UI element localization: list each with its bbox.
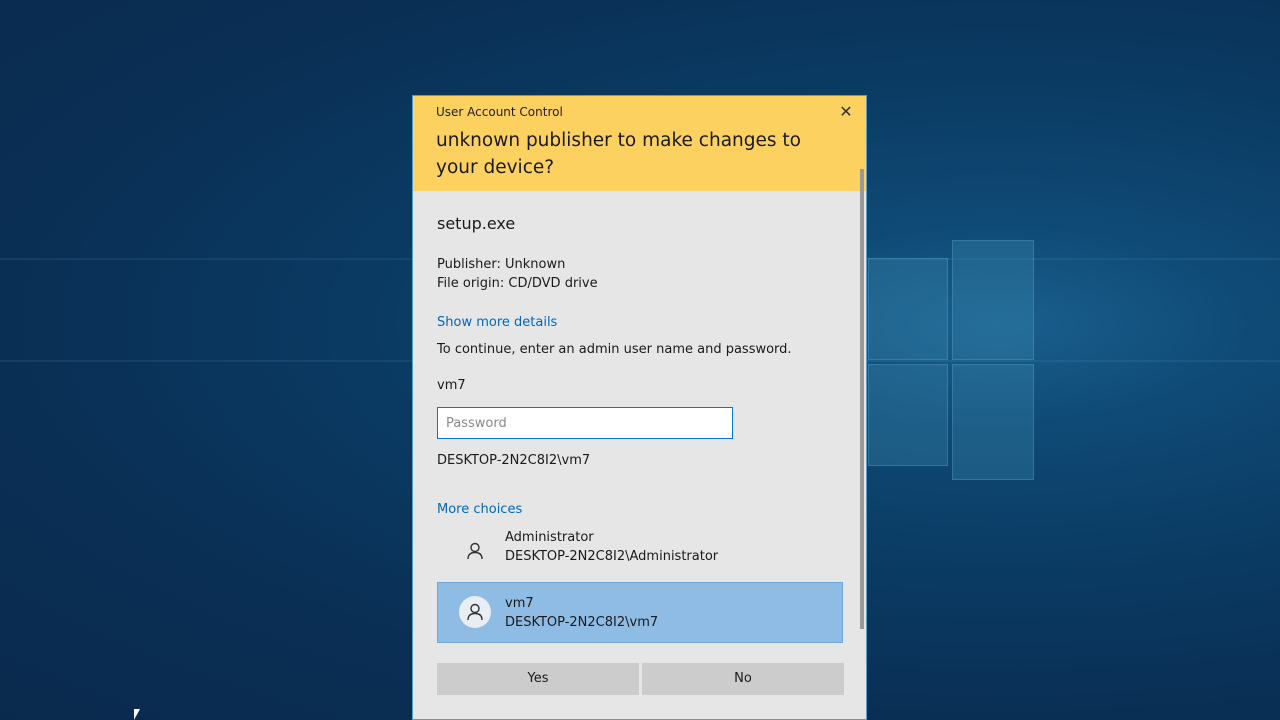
close-icon: ✕ bbox=[839, 102, 853, 121]
dialog-title: User Account Control bbox=[436, 105, 563, 119]
username-label: vm7 bbox=[437, 378, 466, 393]
password-input[interactable] bbox=[437, 407, 733, 439]
no-button[interactable]: No bbox=[642, 663, 844, 695]
program-name: setup.exe bbox=[437, 214, 516, 233]
scrollbar[interactable] bbox=[860, 169, 864, 629]
yes-button[interactable]: Yes bbox=[437, 663, 639, 695]
logo-pane bbox=[952, 240, 1034, 360]
instructions-text: To continue, enter an admin user name an… bbox=[437, 342, 792, 357]
domain-user-label: DESKTOP-2N2C8I2\vm7 bbox=[437, 453, 591, 468]
user-icon bbox=[459, 535, 491, 567]
logo-pane bbox=[868, 258, 948, 360]
account-option-administrator[interactable]: Administrator DESKTOP-2N2C8I2\Administra… bbox=[437, 521, 843, 582]
show-more-details-link[interactable]: Show more details bbox=[437, 315, 557, 330]
publisher-info: Publisher: Unknown bbox=[437, 257, 566, 272]
user-icon bbox=[459, 596, 491, 628]
logo-pane bbox=[952, 364, 1034, 480]
uac-dialog: User Account Control ✕ unknown publisher… bbox=[412, 95, 867, 720]
mouse-cursor bbox=[134, 709, 140, 720]
dialog-header: User Account Control ✕ unknown publisher… bbox=[413, 96, 866, 191]
account-option-vm7[interactable]: vm7 DESKTOP-2N2C8I2\vm7 bbox=[437, 582, 843, 643]
account-name: vm7 bbox=[505, 596, 534, 611]
logo-pane bbox=[868, 364, 948, 466]
account-name: Administrator bbox=[505, 530, 594, 545]
more-choices-link[interactable]: More choices bbox=[437, 502, 522, 517]
file-origin-info: File origin: CD/DVD drive bbox=[437, 276, 598, 291]
account-domain: DESKTOP-2N2C8I2\vm7 bbox=[505, 615, 659, 630]
windows-logo bbox=[868, 240, 1034, 485]
dialog-question: unknown publisher to make changes to you… bbox=[436, 130, 801, 178]
close-button[interactable]: ✕ bbox=[832, 100, 860, 124]
account-domain: DESKTOP-2N2C8I2\Administrator bbox=[505, 549, 719, 564]
